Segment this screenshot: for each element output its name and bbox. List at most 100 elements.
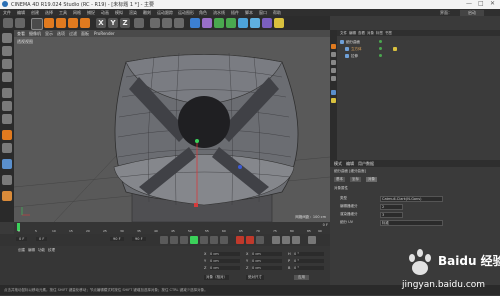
attr-menu-mode[interactable]: 模式: [334, 161, 342, 167]
attr-subtab-coord[interactable]: 坐标: [350, 177, 361, 182]
tweak-icon[interactable]: [2, 143, 12, 153]
tag-tab-icon[interactable]: [331, 98, 336, 103]
texture-mode-icon[interactable]: [2, 59, 12, 69]
record-active-icon[interactable]: [236, 236, 244, 244]
content-browser-tab-icon[interactable]: [331, 60, 336, 65]
pos-z-input[interactable]: 0 cm: [210, 266, 240, 270]
rot-b-input[interactable]: 0 °: [294, 266, 324, 270]
undo-icon[interactable]: [3, 18, 13, 28]
attr-menu-edit[interactable]: 编辑: [346, 161, 354, 167]
deformer-icon[interactable]: [238, 18, 248, 28]
scale-icon[interactable]: [56, 18, 66, 28]
make-editable-icon[interactable]: [2, 33, 12, 43]
render-picture-viewer-icon[interactable]: [162, 18, 172, 28]
pen-icon[interactable]: [202, 18, 212, 28]
object-row-extrude[interactable]: 拉伸: [337, 53, 500, 59]
size-z-input[interactable]: 0 cm: [252, 266, 282, 270]
phong-tag-icon[interactable]: [393, 47, 397, 51]
layout-select[interactable]: 启动: [460, 10, 484, 16]
recent-tool-icon[interactable]: [80, 18, 90, 28]
visibility-icon[interactable]: [379, 47, 382, 50]
subdivision-icon[interactable]: [214, 18, 224, 28]
size-y-input[interactable]: 0 cm: [252, 259, 282, 263]
render-view-icon[interactable]: [150, 18, 160, 28]
preview-min-field[interactable]: 0 F: [36, 237, 48, 241]
end-frame-field[interactable]: 90 F: [132, 237, 146, 241]
layers-tab-icon[interactable]: [331, 76, 336, 81]
pos-x-input[interactable]: 0 cm: [210, 252, 240, 256]
timeline-ruler[interactable]: 0 5 10 15 20 25 30 35 40 45 50 55 60 65 …: [14, 222, 330, 234]
z-axis-button[interactable]: Z: [120, 18, 130, 28]
live-select-icon[interactable]: [31, 18, 43, 30]
coord-mode-select[interactable]: 对象（相对）: [204, 275, 229, 280]
coordinate-system-icon[interactable]: [134, 18, 144, 28]
position-key-icon[interactable]: [272, 236, 280, 244]
enable-axis-icon[interactable]: [2, 130, 12, 140]
preview-max-field[interactable]: 90 F: [110, 237, 124, 241]
y-axis-button[interactable]: Y: [108, 18, 118, 28]
edges-mode-icon[interactable]: [2, 101, 12, 111]
mat-menu-edit[interactable]: 编辑: [28, 248, 35, 253]
next-frame-icon[interactable]: [200, 236, 208, 244]
rotation-key-icon[interactable]: [292, 236, 300, 244]
object-row-subdivision[interactable]: 细分曲面: [337, 39, 500, 45]
timeline-icon[interactable]: [308, 236, 316, 244]
perspective-viewport[interactable]: 透视视图 网格间距：100 cm: [14, 37, 330, 222]
start-frame-field[interactable]: 0 F: [16, 237, 28, 241]
scale-key-icon[interactable]: [282, 236, 290, 244]
objects-tab-icon[interactable]: [331, 44, 336, 49]
attr-subtab-basic[interactable]: 基本: [334, 177, 345, 182]
move-icon[interactable]: [44, 18, 54, 28]
editor-subdivision-input[interactable]: 2: [380, 204, 403, 210]
render-settings-icon[interactable]: [174, 18, 184, 28]
lock-workplane-icon[interactable]: [2, 175, 12, 185]
go-to-end-icon[interactable]: [220, 236, 228, 244]
rot-h-input[interactable]: 0 °: [294, 252, 324, 256]
workplane-icon[interactable]: [2, 72, 12, 82]
camera-icon[interactable]: [262, 18, 272, 28]
keyframe-selection-icon[interactable]: [256, 236, 264, 244]
object-row-cube[interactable]: 立方体: [337, 46, 500, 52]
mat-menu-create[interactable]: 创建: [18, 248, 25, 253]
close-button[interactable]: ✕: [490, 0, 495, 7]
go-to-start-icon[interactable]: [160, 236, 168, 244]
previous-key-icon[interactable]: [170, 236, 178, 244]
polygons-mode-icon[interactable]: [2, 114, 12, 124]
type-select[interactable]: Catmull-Clark(N-Gons): [380, 196, 443, 202]
play-icon[interactable]: [190, 236, 198, 244]
rot-p-input[interactable]: 0 °: [294, 259, 324, 263]
tick-label: 20: [86, 229, 90, 233]
model-mode-icon[interactable]: [2, 46, 12, 56]
subdivide-uv-select[interactable]: 标准: [380, 220, 443, 226]
mat-menu-texture[interactable]: 纹理: [48, 248, 55, 253]
viewport-menu-prorender[interactable]: ProRender: [94, 31, 115, 36]
previous-frame-icon[interactable]: [180, 236, 188, 244]
minimize-button[interactable]: —: [466, 0, 472, 7]
cloner-icon[interactable]: [226, 18, 236, 28]
autokey-icon[interactable]: [246, 236, 254, 244]
light-icon[interactable]: [274, 18, 284, 28]
points-mode-icon[interactable]: [2, 88, 12, 98]
size-mode-select[interactable]: 绝对尺寸: [246, 275, 264, 280]
mat-menu-function[interactable]: 功能: [38, 248, 45, 253]
rotate-icon[interactable]: [68, 18, 78, 28]
size-x-input[interactable]: 0 cm: [252, 252, 282, 256]
apply-button[interactable]: 应用: [294, 275, 309, 280]
snap-icon[interactable]: [2, 159, 12, 169]
render-subdivision-input[interactable]: 3: [380, 212, 403, 218]
redo-icon[interactable]: [15, 18, 25, 28]
structure-tab-icon[interactable]: [331, 68, 336, 73]
cube-icon[interactable]: [190, 18, 200, 28]
attributes-tab-icon[interactable]: [331, 90, 336, 95]
x-axis-button[interactable]: X: [96, 18, 106, 28]
floor-icon[interactable]: [250, 18, 260, 28]
solo-icon[interactable]: [2, 191, 12, 201]
visibility-icon[interactable]: [379, 54, 382, 57]
pos-y-input[interactable]: 0 cm: [210, 259, 240, 263]
attr-subtab-object[interactable]: 对象: [366, 177, 377, 182]
visibility-icon[interactable]: [379, 40, 382, 43]
attr-menu-user-data[interactable]: 用户数据: [358, 161, 374, 167]
next-key-icon[interactable]: [210, 236, 218, 244]
maximize-button[interactable]: □: [478, 0, 484, 7]
takes-tab-icon[interactable]: [331, 52, 336, 57]
